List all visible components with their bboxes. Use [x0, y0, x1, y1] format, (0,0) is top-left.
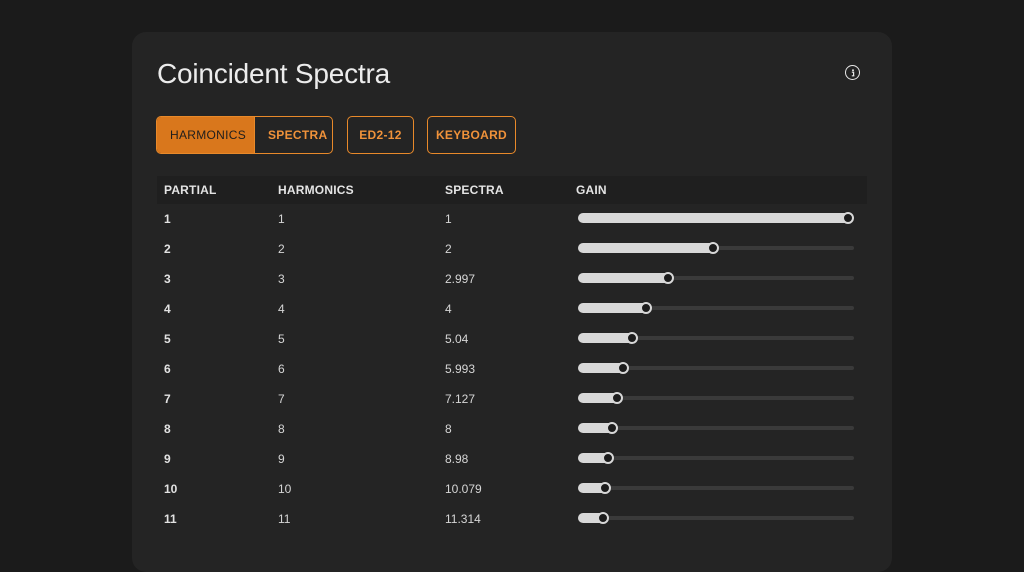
harmonics-cell: 3	[278, 272, 285, 286]
gain-slider[interactable]	[578, 272, 854, 284]
header-partial: PARTIAL	[164, 183, 217, 197]
gain-slider-fill	[578, 273, 670, 283]
gain-slider[interactable]	[578, 422, 854, 434]
gain-slider[interactable]	[578, 242, 854, 254]
table-row: 8 8 8	[157, 414, 867, 444]
table-row: 9 9 8.98	[157, 444, 867, 474]
gain-cell	[576, 264, 867, 294]
gain-slider-handle[interactable]	[599, 482, 611, 494]
gain-slider-fill	[578, 303, 648, 313]
gain-slider-handle[interactable]	[601, 452, 614, 464]
spectra-cell: 1	[445, 212, 452, 226]
header-gain: GAIN	[576, 183, 607, 197]
partial-cell: 3	[164, 272, 171, 286]
partial-cell: 1	[164, 212, 171, 226]
gain-slider-handle[interactable]	[617, 362, 630, 374]
keyboard-button-group: KEYBOARD	[427, 116, 516, 154]
gain-cell	[576, 234, 867, 264]
gain-slider-fill	[578, 213, 850, 223]
gain-slider-handle[interactable]	[626, 332, 638, 344]
spectra-cell: 11.314	[445, 512, 481, 526]
table-row: 7 7 7.127	[157, 384, 867, 414]
partial-cell: 8	[164, 422, 171, 436]
gain-cell	[576, 444, 867, 474]
table-row: 3 3 2.997	[157, 264, 867, 294]
gain-cell	[576, 204, 867, 234]
spectra-mode-button[interactable]: SPECTRA	[254, 117, 332, 153]
gain-slider[interactable]	[578, 332, 854, 344]
harmonics-cell: 2	[278, 242, 285, 256]
gain-slider-handle[interactable]	[596, 512, 609, 524]
spectra-cell: 8	[445, 422, 452, 436]
gain-slider-fill	[578, 243, 715, 253]
harmonics-cell: 11	[278, 512, 291, 526]
harmonics-cell: 10	[278, 482, 292, 496]
gain-slider-handle[interactable]	[610, 392, 623, 404]
gain-cell	[576, 354, 867, 384]
harmonics-cell: 6	[278, 362, 285, 376]
table-header: PARTIAL HARMONICS SPECTRA GAIN	[157, 176, 867, 204]
gain-slider-handle[interactable]	[605, 422, 618, 434]
spectra-cell: 5.993	[445, 362, 476, 376]
gain-cell	[576, 474, 867, 504]
gain-cell	[576, 294, 867, 324]
harmonics-cell: 1	[278, 212, 285, 226]
ed-button-group: ED2-12	[347, 116, 414, 154]
partial-cell: 4	[164, 302, 171, 316]
gain-slider-handle[interactable]	[842, 212, 854, 224]
gain-cell	[576, 414, 867, 444]
harmonics-cell: 9	[278, 452, 285, 466]
table-row: 5 5 5.04	[157, 324, 867, 354]
harmonics-cell: 7	[278, 392, 285, 406]
partial-cell: 11	[164, 512, 177, 526]
gain-slider-handle[interactable]	[707, 242, 719, 254]
header-harmonics: HARMONICS	[278, 183, 354, 197]
harmonics-cell: 4	[278, 302, 285, 316]
gain-slider[interactable]	[578, 362, 854, 374]
mode-toggle-group: HARMONICS SPECTRA	[156, 116, 333, 154]
gain-slider[interactable]	[578, 212, 854, 224]
info-icon[interactable]	[845, 65, 860, 80]
gain-slider-handle[interactable]	[661, 272, 674, 284]
ed2-12-button[interactable]: ED2-12	[348, 117, 413, 153]
spectra-cell: 2	[445, 242, 452, 256]
keyboard-button[interactable]: KEYBOARD	[428, 117, 515, 153]
spectra-cell: 5.04	[445, 332, 469, 346]
partial-cell: 9	[164, 452, 171, 466]
harmonics-cell: 8	[278, 422, 285, 436]
gain-slider-handle[interactable]	[639, 302, 652, 314]
table-body: 1 1 1 2 2 2 3 3 2.997 4 4 4 5 5 5.04 6 6 5.993 7 7 7.127 8 8 8 9…	[157, 204, 867, 534]
gain-cell	[576, 384, 867, 414]
table-row: 6 6 5.993	[157, 354, 867, 384]
partials-table: PARTIAL HARMONICS SPECTRA GAIN 111222332…	[157, 176, 867, 534]
spectra-cell: 10.079	[445, 482, 482, 496]
harmonics-cell: 5	[278, 332, 285, 346]
table-row: 10 10 10.079	[157, 474, 867, 504]
gain-slider[interactable]	[578, 392, 854, 404]
spectra-cell: 2.997	[445, 272, 476, 286]
spectra-cell: 7.127	[445, 392, 476, 406]
table-row: 1 1 1	[157, 204, 867, 234]
spectra-cell: 8.98	[445, 452, 469, 466]
gain-slider[interactable]	[578, 482, 854, 494]
table-row: 11 11 11.314	[157, 504, 867, 534]
gain-slider[interactable]	[578, 302, 854, 314]
table-row: 4 4 4	[157, 294, 867, 324]
page-title: Coincident Spectra	[157, 58, 390, 89]
table-row: 2 2 2	[157, 234, 867, 264]
header-spectra: SPECTRA	[445, 183, 504, 197]
gain-slider[interactable]	[578, 512, 854, 524]
spectra-cell: 4	[445, 302, 452, 316]
partial-cell: 7	[164, 392, 171, 406]
gain-cell	[576, 324, 867, 354]
partial-cell: 5	[164, 332, 171, 346]
gain-slider[interactable]	[578, 452, 854, 464]
gain-cell	[576, 504, 867, 534]
partial-cell: 6	[164, 362, 171, 376]
main-card: Coincident Spectra HARMONICS SPECTRA ED2…	[132, 32, 892, 572]
harmonics-mode-button[interactable]: HARMONICS	[157, 117, 254, 153]
partial-cell: 10	[164, 482, 178, 496]
partial-cell: 2	[164, 242, 171, 256]
